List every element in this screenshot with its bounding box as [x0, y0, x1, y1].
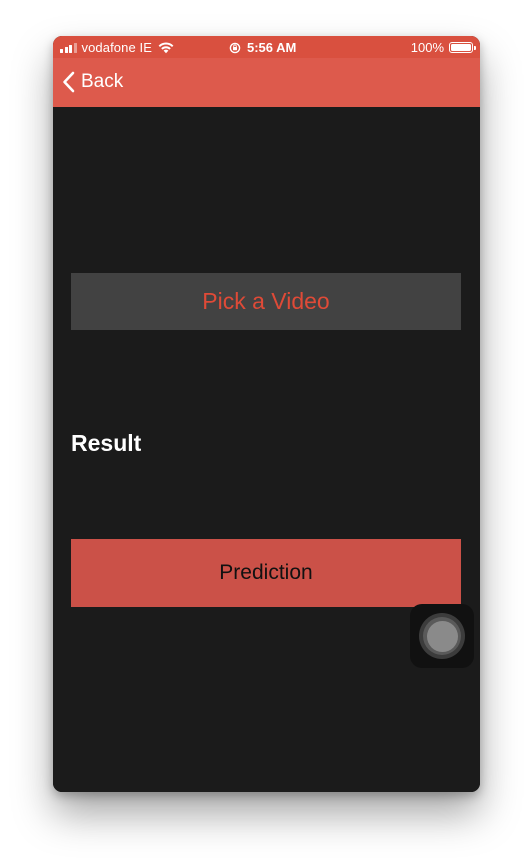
battery-fill	[451, 44, 471, 51]
battery-icon	[449, 42, 476, 53]
back-label: Back	[81, 71, 124, 92]
status-center: 5:56 AM	[229, 40, 296, 55]
wifi-icon	[158, 42, 174, 54]
main-content: Pick a Video Result Prediction	[53, 107, 480, 792]
navigation-bar: Back	[53, 58, 480, 107]
pick-video-button[interactable]: Pick a Video	[71, 273, 461, 330]
result-label: Result	[71, 430, 142, 456]
status-bar: vodafone IE 5:56 AM 100%	[53, 36, 480, 58]
assistive-touch-dot	[426, 620, 458, 652]
assistive-touch-ring	[423, 617, 461, 655]
orientation-lock-icon	[229, 42, 241, 53]
status-time: 5:56 AM	[247, 40, 297, 55]
back-button[interactable]: Back	[62, 71, 123, 93]
signal-icon	[60, 42, 77, 53]
assistive-touch-button[interactable]	[410, 604, 474, 668]
carrier-name: vodafone IE	[81, 40, 152, 55]
status-right: 100%	[410, 40, 476, 55]
status-left: vodafone IE	[60, 40, 175, 55]
phone-screen: vodafone IE 5:56 AM 100% Back Pick a Vid…	[53, 36, 480, 792]
battery-percent: 100%	[410, 40, 444, 55]
prediction-button[interactable]: Prediction	[71, 539, 461, 607]
assistive-touch-icon	[419, 613, 465, 659]
chevron-left-icon	[63, 71, 75, 93]
